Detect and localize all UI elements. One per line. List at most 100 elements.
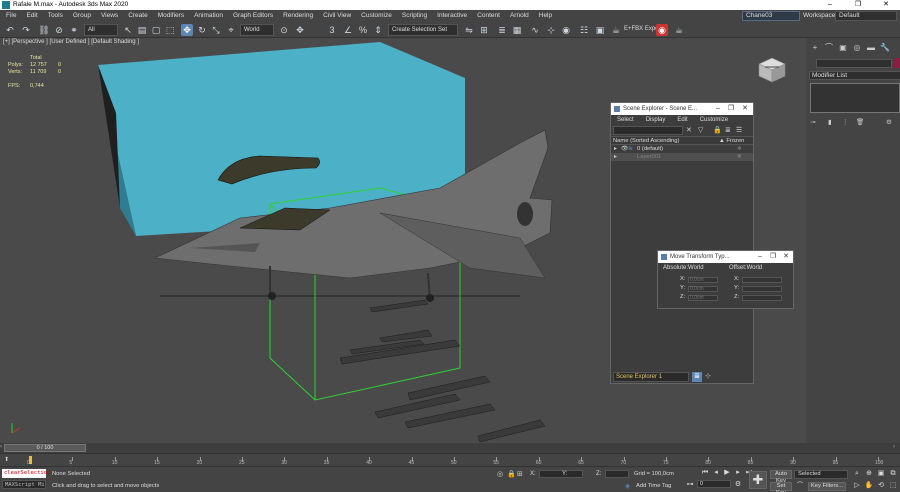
rendered-frame-window-icon[interactable]: ▣ [594,24,606,36]
layer-options-icon[interactable]: ☰ [736,126,742,134]
menu-views[interactable]: Views [97,10,122,22]
menu-arnold[interactable]: Arnold [506,10,533,22]
maximize-button[interactable]: ❐ [844,0,872,10]
named-selection-sets-dropdown[interactable]: Create Selection Set [388,24,458,36]
scene-explorer-titlebar[interactable]: Scene Explorer - Scene E... – ❐ ✕ [611,103,753,115]
create-tab-icon[interactable]: + [810,43,820,53]
menu-civil-view[interactable]: Civil View [319,10,355,22]
frozen-toggle-icon[interactable]: ❄ [737,153,742,161]
curve-editor-icon[interactable]: ∿ [529,24,541,36]
select-and-rotate-icon[interactable]: ↻ [196,24,208,36]
selection-filter-dropdown[interactable]: All [84,24,118,36]
play-icon[interactable]: ▶ [722,468,732,478]
expand-icon[interactable]: ▸ [614,153,617,161]
current-frame-field[interactable]: 0 [697,480,731,488]
orbit-icon[interactable]: ⟲ [876,481,886,491]
menu-graph-editors[interactable]: Graph Editors [229,10,277,22]
clear-search-icon[interactable]: ✕ [686,126,692,134]
isolate-selection-icon[interactable]: ◎ [497,470,503,478]
set-keys-icon[interactable]: ✚ [749,471,767,489]
render-production-icon[interactable]: ☕ [610,24,622,36]
menu-create[interactable]: Create [124,10,152,22]
render-setup-icon[interactable]: ☷ [578,24,590,36]
list-item[interactable]: ▸ Layer001 ❄ [611,153,753,161]
menu-scripting[interactable]: Scripting [398,10,431,22]
maximize-button[interactable]: ❐ [724,103,738,115]
x-coord-input[interactable] [539,470,583,478]
key-filter-selected-dropdown[interactable]: Selected [794,470,848,479]
time-slider[interactable]: 0 / 100 ‹ › [0,443,900,453]
user-account-dropdown[interactable]: Chane03 [742,11,800,21]
expand-icon[interactable]: ▸ [614,145,617,153]
percent-snap-icon[interactable]: % [357,24,369,36]
snaps-toggle-icon[interactable]: 3 [326,24,338,36]
move-transform-titlebar[interactable]: Move Transform Typ... – ❐ ✕ [658,251,793,263]
off-z-input[interactable] [742,295,782,301]
maximize-viewport-icon[interactable]: ⬚ [888,481,898,491]
modify-tab-icon[interactable]: ⌒ [824,43,834,53]
close-button[interactable]: ✕ [779,251,793,263]
layer-explorer-icon[interactable]: ≣ [692,372,702,382]
select-and-move-icon[interactable]: ✥ [181,24,193,36]
maxscript-mini-listener-input[interactable]: MAXScript Mi [2,480,46,489]
abs-x-input[interactable]: 0,0cm [688,277,718,283]
lock-icon[interactable]: 🔒 [713,126,722,134]
show-end-result-icon[interactable]: ▮ [828,118,838,126]
object-color-swatch[interactable] [893,58,900,68]
menu-rendering[interactable]: Rendering [279,10,317,22]
key-filters-button[interactable]: Key Filters... [808,482,846,491]
add-time-tag-button[interactable]: Add Time Tag [636,483,671,489]
rectangular-region-icon[interactable]: ▢ [150,24,162,36]
schematic-view-icon[interactable]: ⊹ [545,24,557,36]
selection-lock-icon[interactable]: 🔒 [507,470,516,478]
minimize-button[interactable]: – [753,251,767,263]
next-frame-icon[interactable]: › [893,444,895,450]
modifier-stack[interactable] [810,83,900,113]
render-teapot-icon[interactable]: ☕ [673,24,685,36]
select-by-name-icon[interactable]: ▤ [136,24,148,36]
zoom-all-icon[interactable]: ⊕ [864,469,874,479]
utilities-tab-icon[interactable]: 🔧 [880,43,890,53]
menu-animation[interactable]: Animation [190,10,227,22]
undo-icon[interactable]: ↶ [4,24,16,36]
field-of-view-icon[interactable]: ▷ [852,481,862,491]
track-bar[interactable]: ⬆ 05101520253035404550556065707580859095… [0,453,900,466]
menu-help[interactable]: Help [535,10,556,22]
remove-modifier-icon[interactable]: 🗑 [856,118,866,126]
toggle-ribbon-icon[interactable]: ▦ [511,24,523,36]
se-menu-select[interactable]: Select [611,115,640,125]
next-key-icon[interactable]: ▸ [733,468,743,478]
menu-modifiers[interactable]: Modifiers [154,10,188,22]
object-name-field[interactable] [816,59,892,68]
default-in-out-tangent-icon[interactable]: ⌒ [795,481,805,491]
zoom-extents-all-icon[interactable]: ⧉ [888,469,898,479]
bind-space-warp-icon[interactable]: ⚭ [68,24,80,36]
auto-key-button[interactable]: Auto Key [770,470,792,484]
workspace-dropdown[interactable]: Default [835,11,897,21]
abs-z-input[interactable]: 0,0cm [688,295,718,301]
maximize-button[interactable]: ❐ [766,251,780,263]
viewcube-icon[interactable] [755,52,789,86]
frozen-column-header[interactable]: ▲ Frozen [719,137,744,145]
menu-file[interactable]: File [2,10,20,22]
select-and-scale-icon[interactable]: ⤡ [210,24,222,36]
scene-explorer-search-input[interactable] [613,126,683,135]
zoom-icon[interactable]: ⌕ [852,469,862,479]
time-configuration-icon[interactable]: ⚙ [733,480,743,490]
set-key-button[interactable]: Set Key [770,482,792,492]
minimize-button[interactable]: – [816,0,844,10]
material-editor-icon[interactable]: ◉ [560,24,572,36]
mirror-icon[interactable]: ⇋ [463,24,475,36]
angle-snap-icon[interactable]: ∠ [342,24,354,36]
off-x-input[interactable] [742,277,782,283]
unlink-icon[interactable]: ⊘ [53,24,65,36]
time-tag-icon[interactable]: ◈ [625,482,630,490]
minimize-button[interactable]: – [711,103,725,115]
z-coord-input[interactable] [605,470,629,478]
menu-interactive[interactable]: Interactive [433,10,471,22]
window-crossing-icon[interactable]: ⬚ [164,24,176,36]
redo-icon[interactable]: ↷ [20,24,32,36]
time-slider-handle[interactable]: 0 / 100 [4,444,86,452]
pan-view-icon[interactable]: ✋ [864,481,874,491]
viewport-label-menu[interactable]: [+] [Perspective ] [User Defined ] [Defa… [3,39,139,45]
